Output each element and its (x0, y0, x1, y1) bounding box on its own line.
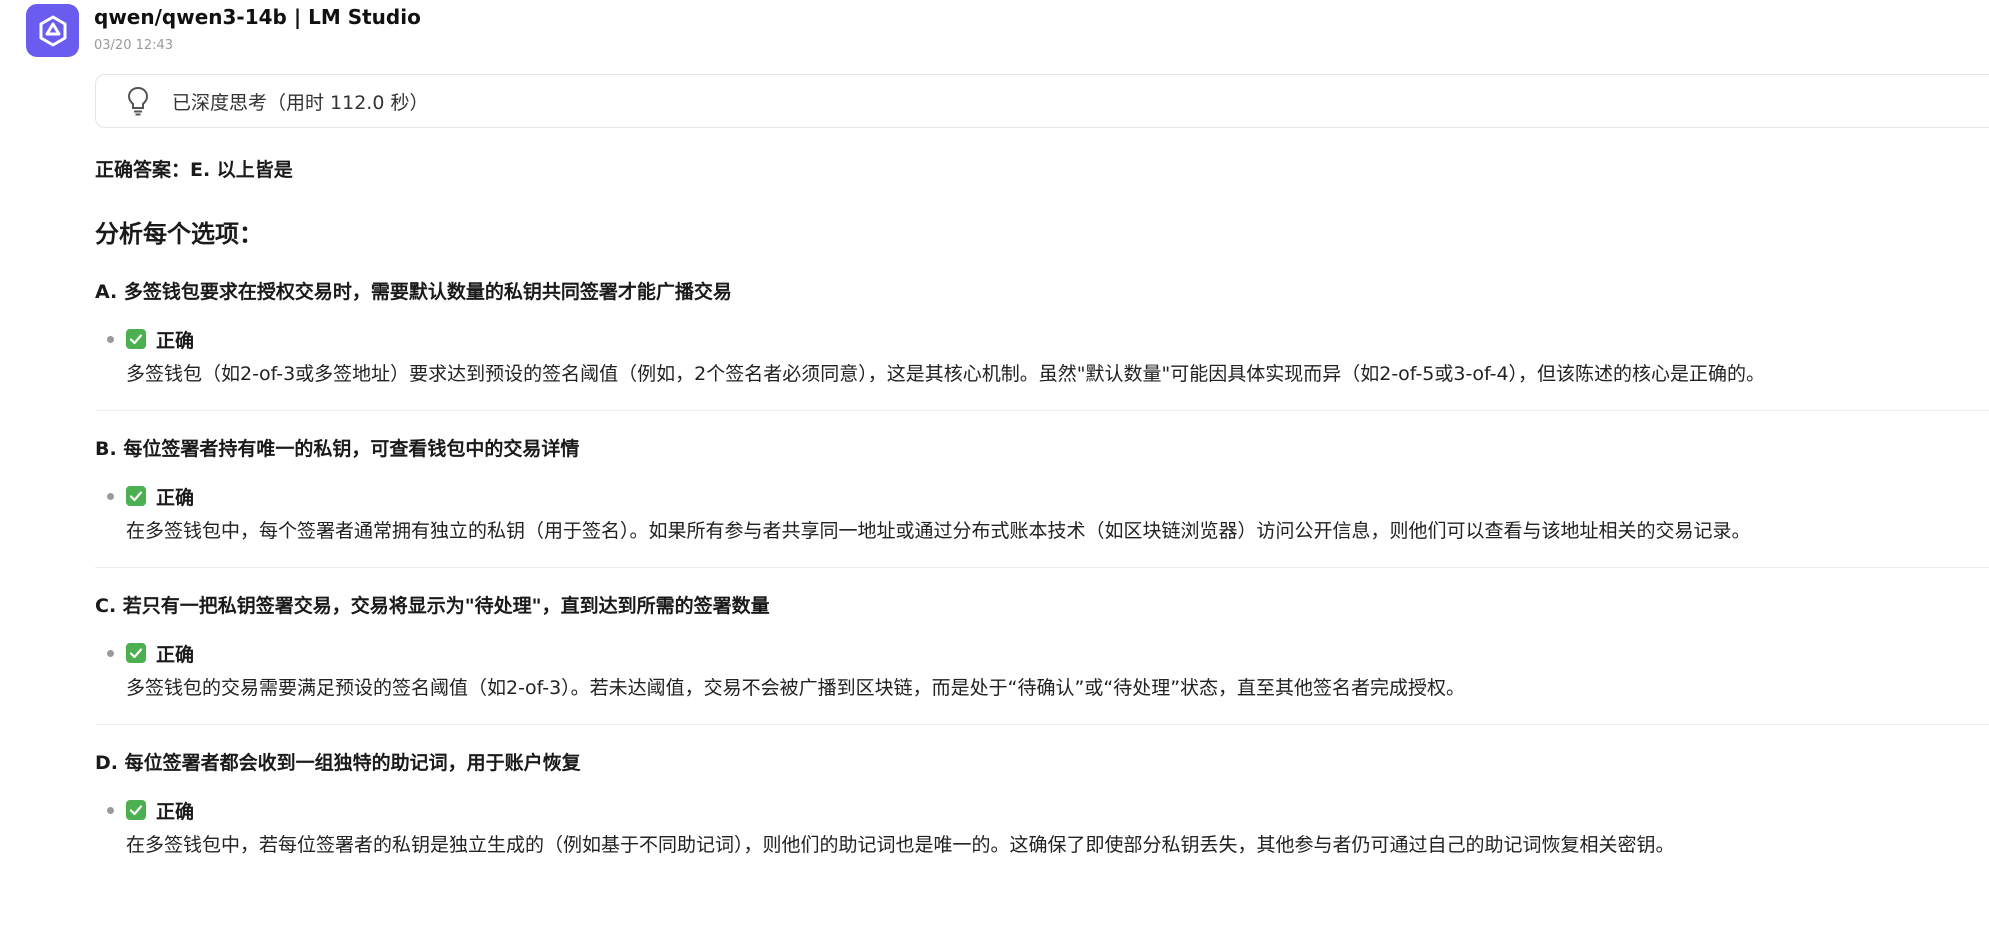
model-title: qwen/qwen3-14b | LM Studio (94, 5, 421, 29)
option-description: 多签钱包（如2-of-3或多签地址）要求达到预设的签名阈值（例如，2个签名者必须… (126, 363, 1766, 385)
list-item: 正确 (95, 324, 1989, 354)
thinking-toggle[interactable]: 已深度思考（用时 112.0 秒） (95, 74, 1989, 128)
check-mark-icon (126, 800, 146, 820)
bullet-dot (107, 492, 114, 500)
bullet-dot (107, 806, 114, 814)
thinking-label: 已深度思考（用时 112.0 秒） (172, 91, 429, 114)
verdict-label: 正确 (156, 643, 195, 666)
option-description: 在多签钱包中，若每位签署者的私钥是独立生成的（例如基于不同助记词），则他们的助记… (126, 834, 1675, 856)
analysis-heading: 分析每个选项： (95, 220, 263, 248)
verdict-label: 正确 (156, 486, 195, 509)
option-title: C. 若只有一把私钥签署交易，交易将显示为"待处理"，直到达到所需的签署数量 (95, 595, 770, 617)
option-block-b: B. 每位签署者持有唯一的私钥，可查看钱包中的交易详情 正确 在多签钱包中，每个… (95, 431, 1989, 568)
qwen-logo-icon (36, 14, 70, 48)
list-item: 正确 (95, 481, 1989, 511)
option-description: 在多签钱包中，每个签署者通常拥有独立的私钥（用于签名）。如果所有参与者共享同一地… (126, 520, 1751, 542)
check-mark-icon (126, 486, 146, 506)
option-block-a: A. 多签钱包要求在授权交易时，需要默认数量的私钥共同签署才能广播交易 正确 多… (95, 274, 1989, 411)
list-item: 正确 (95, 638, 1989, 668)
option-title: A. 多签钱包要求在授权交易时，需要默认数量的私钥共同签署才能广播交易 (95, 281, 732, 303)
option-title: D. 每位签署者都会收到一组独特的助记词，用于账户恢复 (95, 752, 581, 774)
avatar (26, 4, 79, 57)
verdict-label: 正确 (156, 329, 195, 352)
lightbulb-icon (126, 86, 150, 116)
message-timestamp: 03/20 12:43 (94, 38, 174, 53)
option-title: B. 每位签署者持有唯一的私钥，可查看钱包中的交易详情 (95, 438, 580, 460)
check-mark-icon (126, 643, 146, 663)
option-block-c: C. 若只有一把私钥签署交易，交易将显示为"待处理"，直到达到所需的签署数量 正… (95, 588, 1989, 725)
option-description: 多签钱包的交易需要满足预设的签名阈值（如2-of-3）。若未达阈值，交易不会被广… (126, 677, 1466, 699)
list-item: 正确 (95, 795, 1989, 825)
message-body: 正确答案：E. 以上皆是 分析每个选项： A. 多签钱包要求在授权交易时，需要默… (95, 150, 1989, 881)
bullet-dot (107, 649, 114, 657)
verdict-label: 正确 (156, 800, 195, 823)
bullet-dot (107, 335, 114, 343)
check-mark-icon (126, 329, 146, 349)
option-block-d: D. 每位签署者都会收到一组独特的助记词，用于账户恢复 正确 在多签钱包中，若每… (95, 745, 1989, 881)
answer-line: 正确答案：E. 以上皆是 (95, 159, 293, 181)
chat-message: qwen/qwen3-14b | LM Studio 03/20 12:43 已… (0, 0, 1989, 951)
